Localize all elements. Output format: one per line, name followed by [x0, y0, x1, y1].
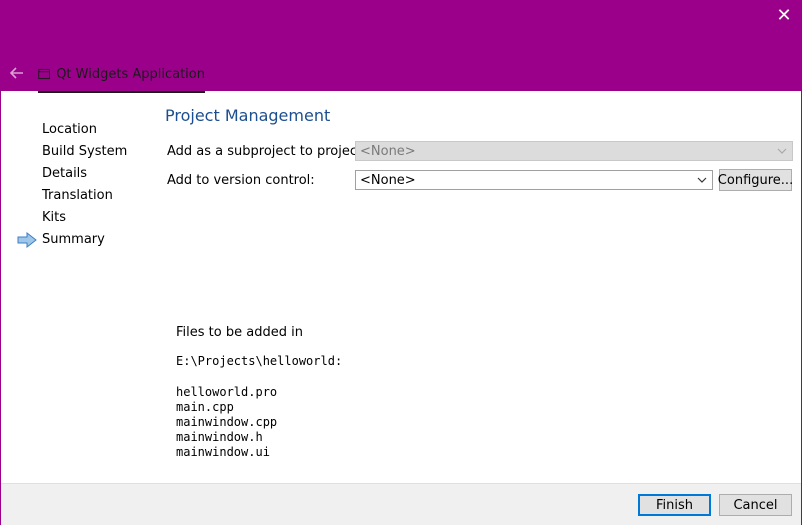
step-summary: Summary [42, 232, 105, 247]
title-bar: ✕ Qt Widgets Application [1, 1, 801, 93]
wizard-tab: Qt Widgets Application [38, 62, 205, 93]
current-step-arrow-icon [17, 232, 37, 248]
list-item: mainwindow.cpp [176, 415, 278, 429]
chevron-down-icon [777, 148, 787, 154]
step-build-system: Build System [42, 144, 128, 159]
page-title: Project Management [165, 106, 331, 125]
button-bar: Finish Cancel [1, 483, 801, 525]
list-item: mainwindow.ui [176, 445, 270, 459]
list-item: helloworld.pro [176, 385, 278, 399]
wizard-tab-label: Qt Widgets Application [56, 67, 205, 82]
list-item: mainwindow.h [176, 430, 263, 444]
files-heading: Files to be added in [176, 325, 303, 340]
window-icon [38, 68, 50, 80]
step-kits: Kits [42, 210, 67, 225]
close-icon: ✕ [776, 5, 792, 26]
subproject-value: <None> [360, 143, 416, 159]
vcs-label: Add to version control: [167, 173, 315, 188]
configure-button[interactable]: Configure... [718, 169, 793, 191]
back-arrow-icon[interactable] [7, 63, 27, 83]
chevron-down-icon [697, 177, 707, 183]
subproject-combo: <None> [355, 141, 793, 161]
cancel-button[interactable]: Cancel [719, 494, 792, 516]
step-details: Details [42, 166, 88, 181]
vcs-combo[interactable]: <None> [355, 170, 713, 190]
files-path: E:\Projects\helloworld: [176, 354, 343, 368]
file-list: helloworld.pro main.cpp mainwindow.cpp m… [176, 385, 277, 460]
vcs-value: <None> [360, 172, 416, 188]
close-button[interactable]: ✕ [773, 5, 795, 27]
wizard-window: ✕ Qt Widgets Application Location Build … [0, 0, 802, 525]
step-translation: Translation [42, 188, 113, 203]
finish-button[interactable]: Finish [638, 494, 711, 516]
step-location: Location [42, 122, 97, 137]
subproject-label: Add as a subproject to project: [167, 144, 367, 159]
list-item: main.cpp [176, 400, 234, 414]
